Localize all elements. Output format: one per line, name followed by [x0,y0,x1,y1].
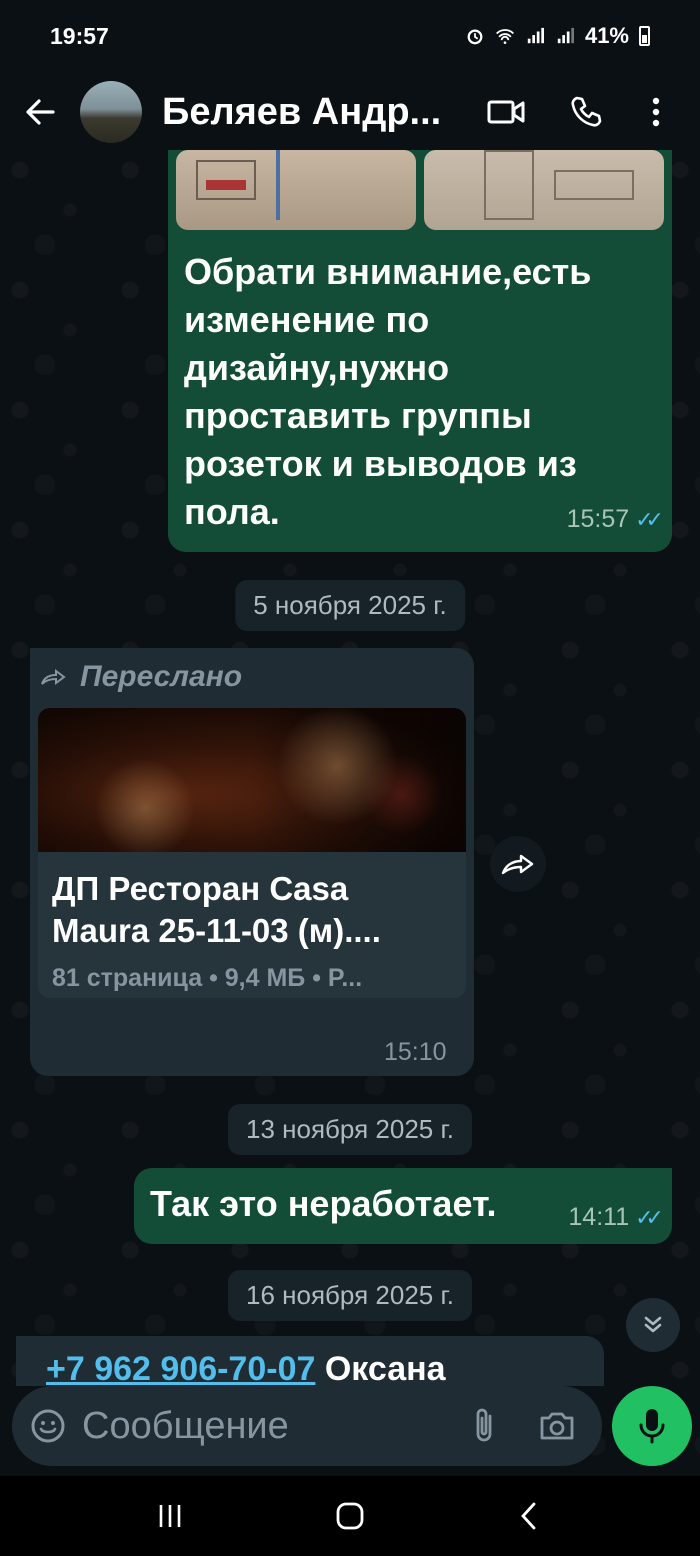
forwarded-text: Переслано [80,660,243,693]
forward-icon [501,854,534,875]
voice-call-button[interactable] [546,72,626,152]
battery-percent: 41% [584,23,629,48]
wifi-icon [495,29,514,44]
document-info: ДП Ресторан Casa Maura 25-11-03 (м).... … [38,852,466,998]
more-options-button[interactable] [626,72,686,152]
message-meta: 14:11 ✓✓ [568,1203,664,1232]
more-vertical-icon [652,97,660,127]
date-separator: 16 ноября 2025 г. [228,1270,472,1321]
contact-avatar[interactable] [80,81,142,143]
contact-name[interactable]: Беляев Андр... [162,91,458,134]
document-meta: 81 страница • 9,4 МБ • P... [52,964,363,992]
scroll-to-bottom-button[interactable] [626,1298,680,1352]
message-text: Так это неработает. [150,1183,497,1224]
contact-card-text: +7 962 906-70-07 Оксана [46,1350,446,1386]
document-attachment[interactable]: ДП Ресторан Casa Maura 25-11-03 (м).... … [38,708,466,998]
home-icon[interactable] [335,1501,365,1531]
signal-icon-2 [557,27,574,44]
recent-apps-icon[interactable] [155,1501,185,1531]
paperclip-icon[interactable] [470,1406,498,1446]
microphone-icon [639,1409,665,1444]
signal-icon-1 [527,27,544,44]
back-button[interactable] [0,72,80,152]
message-bubble-outgoing[interactable]: Так это неработает. 14:11 ✓✓ [134,1168,672,1244]
alarm-icon [467,29,483,45]
message-bubble-outgoing[interactable]: Обрати внимание,есть изменение по дизайн… [168,150,672,552]
arrow-left-icon [26,99,55,125]
message-text: Обрати внимание,есть изменение по дизайн… [184,251,592,532]
forwarded-icon [41,669,66,685]
video-call-icon [487,100,525,124]
contact-card-name: Оксана [324,1350,446,1386]
read-ticks-icon: ✓✓ [635,506,664,532]
back-nav-icon[interactable] [515,1501,545,1531]
camera-icon[interactable] [538,1410,576,1442]
forwarded-label: Переслано [40,660,242,694]
chevron-double-down-icon [644,1316,662,1333]
chat-header: Беляев Андр... [0,72,700,152]
message-time: 15:57 [566,505,630,533]
message-composer[interactable]: Сообщение [12,1386,602,1466]
read-ticks-icon: ✓✓ [635,1204,664,1230]
forward-button[interactable] [490,836,546,892]
document-title: ДП Ресторан Casa Maura 25-11-03 (м).... [52,870,381,949]
message-meta: 15:57 ✓✓ [566,505,664,534]
phone-icon [571,96,602,127]
system-navigation-bar [0,1476,700,1556]
emoji-icon[interactable] [30,1408,66,1444]
date-separator: 13 ноября 2025 г. [228,1104,472,1155]
status-bar: 19:57 41% [0,0,700,72]
attached-image-1[interactable] [176,150,416,230]
message-bubble-incoming[interactable]: +7 962 906-70-07 Оксана [16,1336,604,1386]
attached-image-2[interactable] [424,150,664,230]
battery-icon [639,26,650,46]
document-preview-image [38,708,466,852]
status-time: 19:57 [50,22,109,49]
voice-message-button[interactable] [612,1386,692,1466]
phone-link[interactable]: +7 962 906-70-07 [46,1350,315,1386]
message-time: 15:10 [384,1038,447,1066]
status-icons: 41% [465,23,650,49]
video-call-button[interactable] [466,72,546,152]
date-separator: 5 ноября 2025 г. [235,580,465,631]
message-input[interactable]: Сообщение [82,1405,470,1448]
message-time-incoming: 15:10 [384,1038,447,1067]
message-time: 14:11 [568,1203,630,1231]
